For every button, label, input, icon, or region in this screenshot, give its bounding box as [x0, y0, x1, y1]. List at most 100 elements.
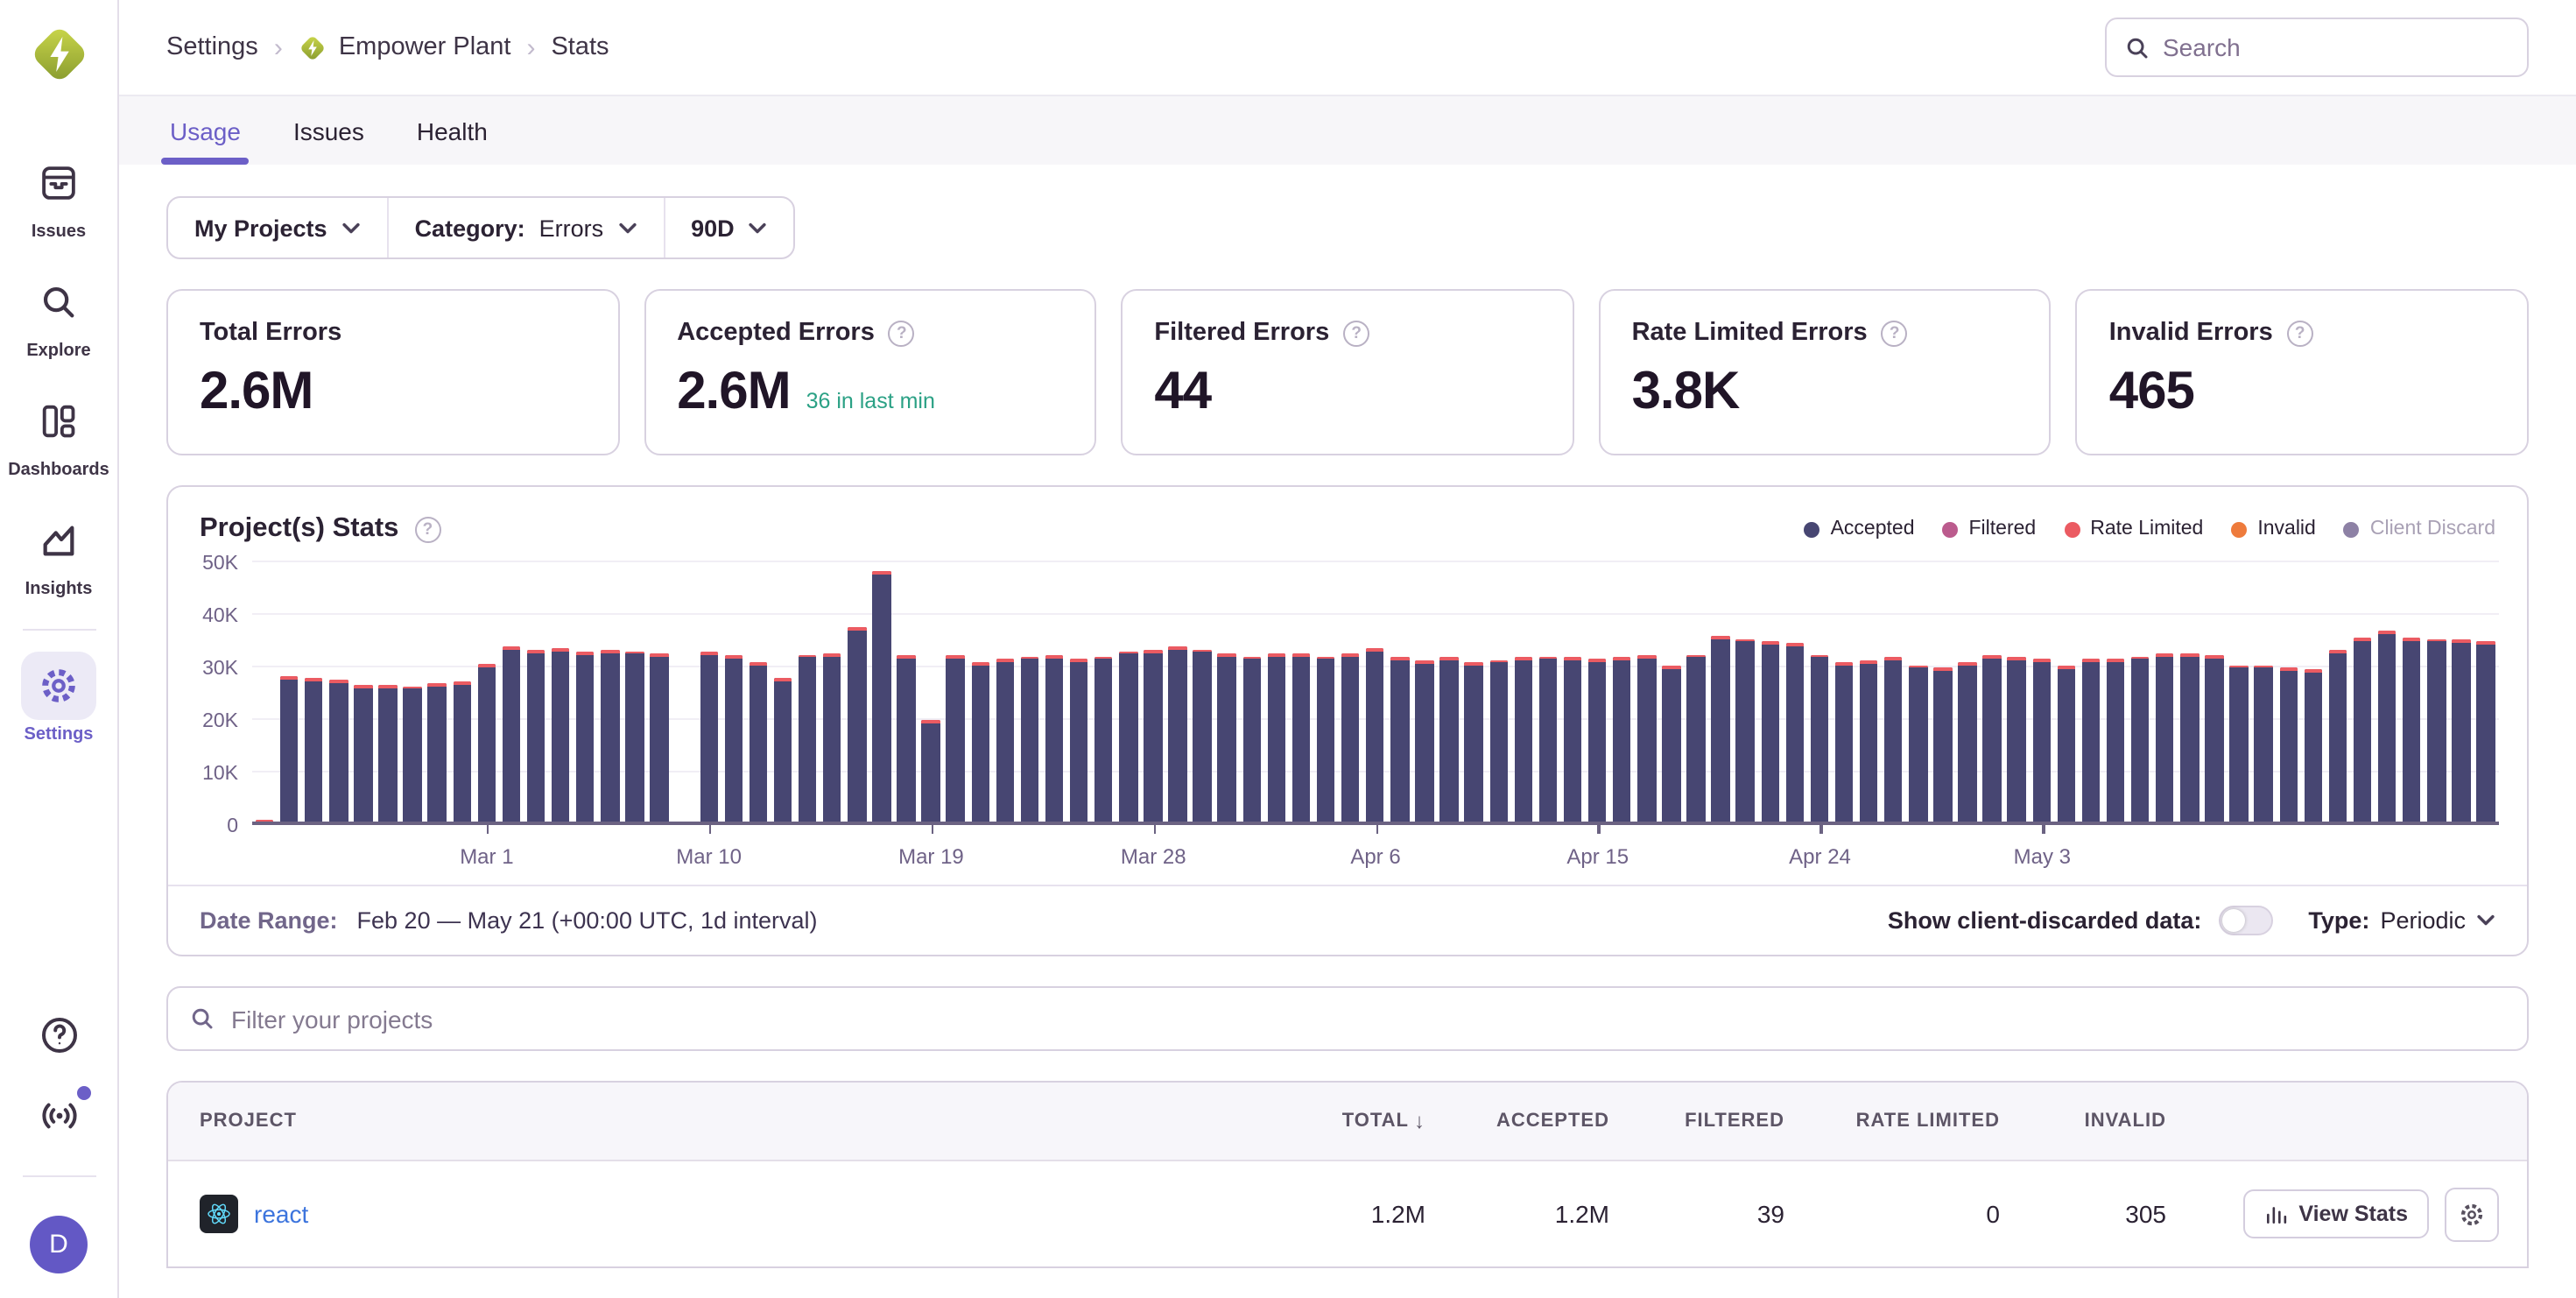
- project-selector[interactable]: My Projects: [168, 198, 387, 257]
- project-filter[interactable]: [166, 986, 2529, 1051]
- chart-bar[interactable]: [1564, 657, 1582, 822]
- chart-bar[interactable]: [1588, 658, 1607, 822]
- chart-bar[interactable]: [2008, 657, 2026, 822]
- tab-usage[interactable]: Usage: [166, 96, 244, 165]
- tab-issues[interactable]: Issues: [290, 96, 368, 165]
- chart-bar[interactable]: [724, 655, 743, 822]
- project-filter-input[interactable]: [231, 1005, 2506, 1033]
- chart-bar[interactable]: [1712, 637, 1730, 822]
- legend-invalid[interactable]: Invalid: [2231, 518, 2316, 540]
- sidebar-item-issues[interactable]: Issues: [21, 149, 96, 242]
- chart-bar[interactable]: [1193, 649, 1212, 822]
- chart-bar[interactable]: [1341, 653, 1360, 822]
- chart-bar[interactable]: [996, 659, 1014, 822]
- chart-bar[interactable]: [1538, 656, 1557, 822]
- breadcrumb-organization[interactable]: Empower Plant: [299, 32, 511, 62]
- chart-bar[interactable]: [1267, 653, 1285, 822]
- category-selector[interactable]: Category: Errors: [387, 198, 664, 257]
- chart-bar[interactable]: [1687, 654, 1706, 822]
- help-icon[interactable]: ?: [414, 516, 440, 542]
- project-settings-button[interactable]: [2445, 1187, 2499, 1241]
- chart-bar[interactable]: [1119, 651, 1137, 822]
- chart-bar[interactable]: [922, 721, 940, 822]
- chart-bar[interactable]: [1736, 638, 1755, 822]
- breadcrumb-stats[interactable]: Stats: [551, 33, 609, 61]
- chart-bar[interactable]: [354, 684, 372, 822]
- help-icon[interactable]: ?: [2287, 320, 2313, 346]
- help-icon[interactable]: ?: [1882, 320, 1908, 346]
- chart-bar[interactable]: [1489, 660, 1508, 822]
- whats-new-button[interactable]: [36, 1093, 81, 1144]
- chart-bar[interactable]: [2032, 660, 2051, 822]
- chart-bar[interactable]: [2255, 665, 2273, 822]
- type-selector[interactable]: Type: Periodic: [2308, 907, 2495, 934]
- chart-bar[interactable]: [1317, 656, 1335, 822]
- user-avatar[interactable]: D: [30, 1216, 88, 1273]
- chart-bar[interactable]: [1242, 656, 1261, 822]
- chart-bar[interactable]: [1440, 658, 1459, 822]
- chart-bar[interactable]: [2230, 665, 2249, 822]
- chart-bar[interactable]: [2328, 650, 2347, 822]
- chart-bar[interactable]: [2427, 638, 2446, 822]
- chart-bar[interactable]: [1785, 643, 1804, 822]
- chart-bar[interactable]: [2304, 670, 2322, 822]
- chart-bar[interactable]: [1835, 663, 1854, 822]
- chart-bar[interactable]: [527, 650, 545, 822]
- chart-bar[interactable]: [1169, 647, 1187, 822]
- chart-bar[interactable]: [700, 652, 718, 822]
- date-period-selector[interactable]: 90D: [663, 198, 794, 257]
- chart-bar[interactable]: [1144, 650, 1162, 822]
- chart-bar[interactable]: [1020, 656, 1038, 822]
- chart-bar[interactable]: [1637, 655, 1656, 822]
- chart-bar[interactable]: [1810, 654, 1828, 822]
- chart-bar[interactable]: [823, 653, 841, 822]
- chart-bar[interactable]: [1933, 667, 1952, 822]
- chart-bar[interactable]: [404, 686, 422, 822]
- chart-bar[interactable]: [971, 662, 989, 822]
- chart-bar[interactable]: [872, 571, 890, 822]
- chart-bar[interactable]: [848, 627, 866, 822]
- chart-bar[interactable]: [1860, 660, 1878, 822]
- chart-bar[interactable]: [1218, 653, 1236, 822]
- legend-rate-limited[interactable]: Rate Limited: [2064, 518, 2203, 540]
- chart-bar[interactable]: [1390, 657, 1409, 822]
- chart-bar[interactable]: [305, 679, 323, 822]
- chart-bar[interactable]: [1045, 655, 1064, 822]
- help-icon[interactable]: ?: [889, 320, 915, 346]
- chart-bar[interactable]: [947, 655, 965, 822]
- chart-bar[interactable]: [329, 681, 348, 822]
- chart-bar[interactable]: [1514, 658, 1532, 822]
- app-logo[interactable]: [25, 21, 92, 96]
- chart-bar[interactable]: [453, 681, 471, 822]
- chart-bar[interactable]: [428, 683, 447, 822]
- chart-bar[interactable]: [1094, 656, 1113, 822]
- column-header-total[interactable]: Total↓: [1163, 1109, 1425, 1133]
- chart-bar[interactable]: [601, 650, 619, 822]
- chart-bar[interactable]: [1070, 659, 1088, 822]
- chart-bar[interactable]: [774, 679, 792, 822]
- chart-bar[interactable]: [2279, 667, 2298, 822]
- chart-bar[interactable]: [1761, 641, 1779, 822]
- chart-bar[interactable]: [477, 664, 496, 822]
- chart-bar[interactable]: [2354, 638, 2372, 822]
- chart-bar[interactable]: [749, 663, 767, 822]
- chart-bar[interactable]: [1959, 662, 1977, 822]
- chart-bar[interactable]: [1415, 660, 1433, 822]
- chart-bar[interactable]: [2107, 658, 2125, 822]
- chart-bar[interactable]: [1983, 655, 2002, 822]
- chart-bar[interactable]: [2082, 659, 2101, 822]
- tab-health[interactable]: Health: [413, 96, 491, 165]
- project-link[interactable]: react: [254, 1200, 308, 1228]
- chart-bar[interactable]: [799, 654, 817, 822]
- sidebar-item-insights[interactable]: Insights: [21, 506, 96, 599]
- chart-bar[interactable]: [2131, 656, 2150, 822]
- chart-bar[interactable]: [2452, 639, 2470, 822]
- sidebar-item-dashboards[interactable]: Dashboards: [8, 387, 109, 480]
- search-input[interactable]: [2163, 33, 2509, 61]
- chart-bar[interactable]: [1465, 662, 1483, 822]
- legend-client-discard[interactable]: Client Discard: [2344, 518, 2495, 540]
- chart-bar[interactable]: [503, 646, 521, 822]
- chart-bar[interactable]: [2403, 637, 2421, 822]
- chart-bar[interactable]: [2057, 666, 2075, 822]
- chart-bar[interactable]: [379, 684, 398, 822]
